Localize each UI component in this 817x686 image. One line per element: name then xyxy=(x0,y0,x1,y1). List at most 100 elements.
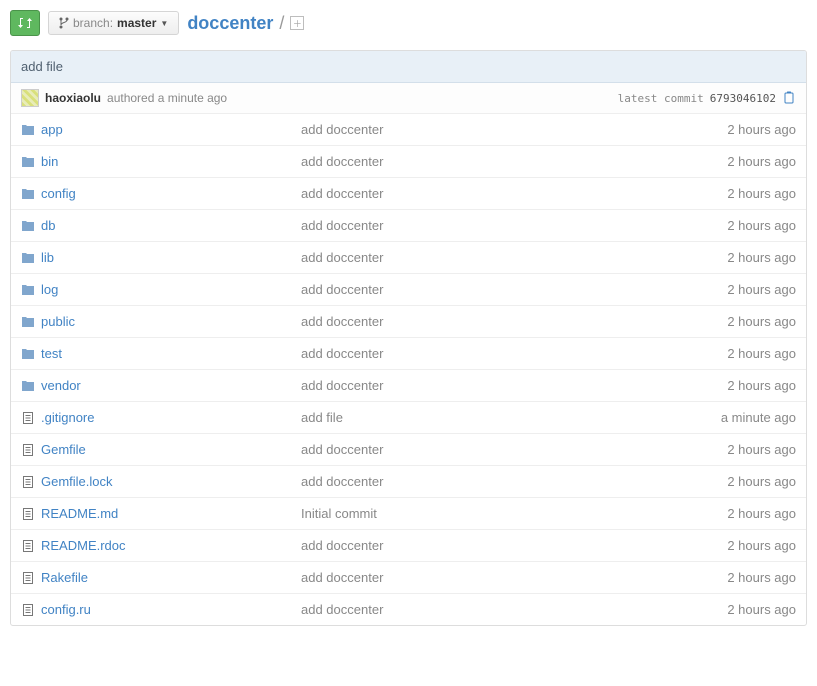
file-link[interactable]: log xyxy=(41,282,58,297)
commit-time-cell: 2 hours ago xyxy=(676,346,796,361)
file-link[interactable]: README.md xyxy=(41,506,118,521)
file-name-cell: log xyxy=(41,282,301,297)
table-row: Rakefile add doccenter2 hours ago xyxy=(11,562,806,594)
commit-time-cell: 2 hours ago xyxy=(676,186,796,201)
file-icon xyxy=(21,507,41,521)
branch-selector[interactable]: branch: master ▼ xyxy=(48,11,179,35)
folder-icon xyxy=(21,251,41,265)
file-name-cell: README.md xyxy=(41,506,301,521)
file-link[interactable]: vendor xyxy=(41,378,81,393)
compare-icon xyxy=(18,16,32,30)
file-link[interactable]: .gitignore xyxy=(41,410,94,425)
file-link[interactable]: Rakefile xyxy=(41,570,88,585)
file-listing: add file haoxiaolu authored a minute ago… xyxy=(10,50,807,626)
table-row: Gemfile add doccenter2 hours ago xyxy=(11,434,806,466)
commit-message-cell[interactable]: add file xyxy=(301,410,676,425)
compare-button[interactable] xyxy=(10,10,40,36)
file-link[interactable]: config.ru xyxy=(41,602,91,617)
commit-time-cell: 2 hours ago xyxy=(676,122,796,137)
commit-message-cell[interactable]: add doccenter xyxy=(301,314,676,329)
add-file-icon[interactable]: ＋ xyxy=(290,16,304,30)
commit-message-cell[interactable]: add doccenter xyxy=(301,218,676,233)
commit-time-cell: 2 hours ago xyxy=(676,282,796,297)
file-link[interactable]: Gemfile xyxy=(41,442,86,457)
file-name-cell: README.rdoc xyxy=(41,538,301,553)
repo-link[interactable]: doccenter xyxy=(187,13,273,34)
commit-authored-time: authored a minute ago xyxy=(107,91,227,105)
file-name-cell: Gemfile xyxy=(41,442,301,457)
table-row: Gemfile.lock add doccenter2 hours ago xyxy=(11,466,806,498)
commit-message-cell[interactable]: add doccenter xyxy=(301,378,676,393)
commit-message-cell[interactable]: add doccenter xyxy=(301,346,676,361)
commit-message-cell[interactable]: add doccenter xyxy=(301,442,676,457)
file-icon xyxy=(21,571,41,585)
file-link[interactable]: db xyxy=(41,218,55,233)
file-name-cell: config.ru xyxy=(41,602,301,617)
table-row: README.rdocadd doccenter2 hours ago xyxy=(11,530,806,562)
commit-sha-block: latest commit 6793046102 xyxy=(618,91,796,105)
file-name-cell: bin xyxy=(41,154,301,169)
table-row: config add doccenter2 hours ago xyxy=(11,178,806,210)
path-separator: / xyxy=(279,13,284,34)
commit-message-cell[interactable]: add doccenter xyxy=(301,538,676,553)
file-link[interactable]: app xyxy=(41,122,63,137)
folder-icon xyxy=(21,315,41,329)
file-name-cell: app xyxy=(41,122,301,137)
commit-message-cell[interactable]: add doccenter xyxy=(301,122,676,137)
commit-time-cell: 2 hours ago xyxy=(676,602,796,617)
repo-header: branch: master ▼ doccenter / ＋ xyxy=(10,10,807,36)
commit-time-cell: 2 hours ago xyxy=(676,474,796,489)
commit-time-cell: 2 hours ago xyxy=(676,218,796,233)
latest-commit-message[interactable]: add file xyxy=(11,51,806,83)
commit-message-cell[interactable]: add doccenter xyxy=(301,602,676,617)
avatar xyxy=(21,89,39,107)
commit-message-cell[interactable]: add doccenter xyxy=(301,282,676,297)
file-icon xyxy=(21,475,41,489)
file-icon xyxy=(21,539,41,553)
commit-time-cell: 2 hours ago xyxy=(676,570,796,585)
commit-author[interactable]: haoxiaolu xyxy=(45,91,101,105)
commit-meta: haoxiaolu authored a minute ago latest c… xyxy=(11,83,806,114)
file-link[interactable]: bin xyxy=(41,154,58,169)
file-link[interactable]: config xyxy=(41,186,76,201)
file-name-cell: db xyxy=(41,218,301,233)
commit-message-cell[interactable]: add doccenter xyxy=(301,570,676,585)
file-name-cell: config xyxy=(41,186,301,201)
file-rows: appadd doccenter2 hours agobinadd doccen… xyxy=(11,114,806,625)
table-row: README.mdInitial commit2 hours ago xyxy=(11,498,806,530)
file-link[interactable]: public xyxy=(41,314,75,329)
branch-icon xyxy=(59,17,69,29)
file-name-cell: Rakefile xyxy=(41,570,301,585)
commit-message-cell[interactable]: add doccenter xyxy=(301,186,676,201)
file-link[interactable]: test xyxy=(41,346,62,361)
file-link[interactable]: lib xyxy=(41,250,54,265)
branch-name: master xyxy=(117,16,156,30)
table-row: public add doccenter2 hours ago xyxy=(11,306,806,338)
commit-message-cell[interactable]: add doccenter xyxy=(301,250,676,265)
file-link[interactable]: README.rdoc xyxy=(41,538,126,553)
commit-message-cell[interactable]: add doccenter xyxy=(301,474,676,489)
file-name-cell: lib xyxy=(41,250,301,265)
folder-icon xyxy=(21,123,41,137)
file-name-cell: test xyxy=(41,346,301,361)
table-row: vendoradd doccenter2 hours ago xyxy=(11,370,806,402)
table-row: db add doccenter2 hours ago xyxy=(11,210,806,242)
file-name-cell: public xyxy=(41,314,301,329)
commit-time-cell: 2 hours ago xyxy=(676,154,796,169)
latest-commit-label: latest commit xyxy=(618,92,704,105)
commit-time-cell: 2 hours ago xyxy=(676,442,796,457)
clipboard-icon[interactable] xyxy=(782,91,796,105)
table-row: libadd doccenter2 hours ago xyxy=(11,242,806,274)
commit-author-block: haoxiaolu authored a minute ago xyxy=(21,89,227,107)
breadcrumb: doccenter / ＋ xyxy=(187,13,304,34)
commit-time-cell: 2 hours ago xyxy=(676,314,796,329)
file-icon xyxy=(21,443,41,457)
folder-icon xyxy=(21,283,41,297)
table-row: config.ru add doccenter2 hours ago xyxy=(11,594,806,625)
table-row: app add doccenter2 hours ago xyxy=(11,114,806,146)
file-link[interactable]: Gemfile.lock xyxy=(41,474,113,489)
commit-sha[interactable]: 6793046102 xyxy=(710,92,776,105)
folder-icon xyxy=(21,219,41,233)
commit-message-cell[interactable]: add doccenter xyxy=(301,154,676,169)
commit-message-cell[interactable]: Initial commit xyxy=(301,506,676,521)
